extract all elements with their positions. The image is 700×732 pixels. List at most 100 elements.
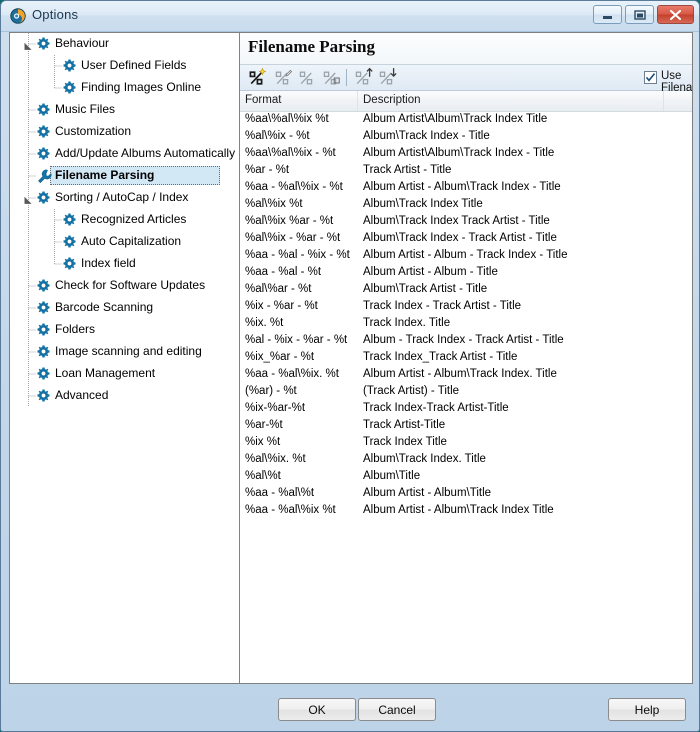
description-cell: Album\Track Index Track Artist - Title (363, 215, 550, 227)
sidebar-item-recognized-articles[interactable]: Recognized Articles (10, 209, 239, 231)
expander-collapse-icon[interactable] (24, 40, 33, 50)
move-down-icon[interactable] (378, 67, 400, 89)
format-cell: (%ar) - %t (245, 385, 297, 397)
format-row[interactable]: %aa - %al\%ix - %t Album Artist - Album\T… (240, 180, 692, 197)
description-cell: Track Artist-Title (363, 419, 446, 431)
description-cell: Track Index_Track Artist - Title (363, 351, 518, 363)
page-title: Filename Parsing (248, 37, 376, 56)
move-up-icon[interactable] (354, 67, 376, 89)
format-row[interactable]: %al\%ix - %t Album\Track Index - Title (240, 129, 692, 146)
sidebar-item-label: Folders (55, 322, 96, 336)
description-cell: Track Index-Track Artist-Title (363, 402, 509, 414)
column-header-description[interactable]: Description (358, 91, 664, 111)
sidebar-item-customization[interactable]: Customization (10, 121, 239, 143)
ok-button[interactable]: OK (278, 698, 356, 721)
edit-format-icon[interactable] (274, 67, 296, 89)
format-row[interactable]: %aa - %al - %t Album Artist - Album - Tit… (240, 265, 692, 282)
description-cell: Album Artist\Album\Track Index Title (363, 113, 548, 125)
format-cell: %al\%t (245, 470, 281, 482)
gear-icon (63, 59, 76, 75)
gear-icon (37, 147, 50, 163)
sidebar-item-user-defined-fields[interactable]: User Defined Fields (10, 55, 239, 77)
format-row[interactable]: %aa - %al\%ix %t Album Artist - Album\Tra… (240, 503, 692, 520)
wrench-icon (37, 169, 52, 187)
description-cell: Track Index Title (363, 436, 447, 448)
format-row[interactable]: %al\%ix %ar - %t Album\Track Index Track … (240, 214, 692, 231)
gear-icon (37, 301, 50, 317)
description-cell: Album Artist - Album\Track Index - Title (363, 181, 561, 193)
sidebar-item-behaviour[interactable]: Behaviour (10, 33, 239, 55)
format-row[interactable]: %ix-%ar-%t Track Index-Track Artist-Title (240, 401, 692, 418)
format-row[interactable]: %al - %ix - %ar - %t Album - Track Index … (240, 333, 692, 350)
description-cell: Album Artist - Album\Track Index. Title (363, 368, 557, 380)
format-cell: %ix %t (245, 436, 281, 448)
dialog-footer: OK Cancel Help (1, 686, 699, 731)
column-header-format[interactable]: Format (240, 91, 358, 111)
sidebar-item-finding-images-online[interactable]: Finding Images Online (10, 77, 239, 99)
description-cell: (Track Artist) - Title (363, 385, 460, 397)
help-button[interactable]: Help (608, 698, 686, 721)
close-button[interactable] (657, 5, 694, 24)
minimize-button[interactable] (593, 5, 622, 24)
sidebar-item-label: Check for Software Updates (55, 278, 206, 292)
format-cell: %ix-%ar-%t (245, 402, 306, 414)
sidebar-item-check-for-software-updates[interactable]: Check for Software Updates (10, 275, 239, 297)
gear-icon (37, 279, 50, 295)
sidebar-item-image-scanning-and-editing[interactable]: Image scanning and editing (10, 341, 239, 363)
sidebar-item-index-field[interactable]: Index field (10, 253, 239, 275)
format-row[interactable]: %al\%ar - %t Album\Track Artist - Title (240, 282, 692, 299)
sidebar-item-label: Recognized Articles (81, 212, 187, 226)
gear-icon (37, 191, 50, 207)
sidebar-item-label: Index field (81, 256, 136, 270)
settings-tree[interactable]: Behaviour User Defined Fields Finding Imag… (9, 32, 240, 684)
format-row[interactable]: %al\%ix %t Album\Track Index Title (240, 197, 692, 214)
use-filename-parsing-checkbox[interactable] (644, 71, 657, 84)
format-row[interactable]: %ar - %t Track Artist - Title (240, 163, 692, 180)
format-row[interactable]: %al\%t Album\Title (240, 469, 692, 486)
format-row[interactable]: %ix %t Track Index Title (240, 435, 692, 452)
cancel-button[interactable]: Cancel (358, 698, 436, 721)
sidebar-item-add-update-albums-automatically[interactable]: Add/Update Albums Automatically (10, 143, 239, 165)
expander-collapse-icon[interactable] (24, 194, 33, 204)
sidebar-item-loan-management[interactable]: Loan Management (10, 363, 239, 385)
format-cell: %ix - %ar - %t (245, 300, 318, 312)
sidebar-item-label: Loan Management (55, 366, 156, 380)
format-cell: %al - %ix - %ar - %t (245, 334, 348, 346)
page-header: Filename Parsing (240, 33, 692, 65)
format-list[interactable]: Format Description %aa\%al\%ix %t Album Ar… (240, 91, 692, 683)
options-dialog-window: Options Behaviour User Defined Fields Find (0, 0, 700, 732)
sidebar-item-label: Add/Update Albums Automatically (55, 146, 236, 160)
format-cell: %al\%ix - %ar - %t (245, 232, 341, 244)
format-cell: %ar-%t (245, 419, 283, 431)
format-row[interactable]: %aa\%al\%ix %t Album Artist\Album\Track I… (240, 112, 692, 129)
sidebar-item-folders[interactable]: Folders (10, 319, 239, 341)
sidebar-item-sorting-autocap-index[interactable]: Sorting / AutoCap / Index (10, 187, 239, 209)
format-row[interactable]: %ar-%t Track Artist-Title (240, 418, 692, 435)
sidebar-item-music-files[interactable]: Music Files (10, 99, 239, 121)
format-row[interactable]: %aa - %al\%ix. %t Album Artist - Album\Tr… (240, 367, 692, 384)
maximize-button[interactable] (625, 5, 654, 24)
gear-icon (37, 389, 50, 405)
format-cell: %al\%ix %t (245, 198, 303, 210)
format-row[interactable]: %ix - %ar - %t Track Index - Track Artist… (240, 299, 692, 316)
sidebar-item-filename-parsing[interactable]: Filename Parsing (10, 165, 239, 187)
delete-format-icon[interactable] (298, 67, 320, 89)
format-row[interactable]: %aa\%al\%ix - %t Album Artist\Album\Track… (240, 146, 692, 163)
sidebar-item-label: Finding Images Online (81, 80, 202, 94)
column-header-blank[interactable] (664, 91, 692, 111)
format-row[interactable]: %al\%ix - %ar - %t Album\Track Index - Tr… (240, 231, 692, 248)
add-format-icon[interactable] (248, 67, 270, 89)
sidebar-item-auto-capitalization[interactable]: Auto Capitalization (10, 231, 239, 253)
format-cell: %ar - %t (245, 164, 290, 176)
format-row[interactable]: (%ar) - %t (Track Artist) - Title (240, 384, 692, 401)
format-row[interactable]: %al\%ix. %t Album\Track Index. Title (240, 452, 692, 469)
format-row[interactable]: %aa - %al - %ix - %t Album Artist - Album… (240, 248, 692, 265)
sidebar-item-advanced[interactable]: Advanced (10, 385, 239, 407)
format-row[interactable]: %ix_%ar - %t Track Index_Track Artist - T… (240, 350, 692, 367)
sidebar-item-barcode-scanning[interactable]: Barcode Scanning (10, 297, 239, 319)
description-cell: Album\Title (363, 470, 421, 482)
gear-icon (37, 367, 50, 383)
format-row[interactable]: %ix. %t Track Index. Title (240, 316, 692, 333)
format-row[interactable]: %aa - %al\%t Album Artist - Album\Title (240, 486, 692, 503)
duplicate-format-icon[interactable] (322, 67, 344, 89)
